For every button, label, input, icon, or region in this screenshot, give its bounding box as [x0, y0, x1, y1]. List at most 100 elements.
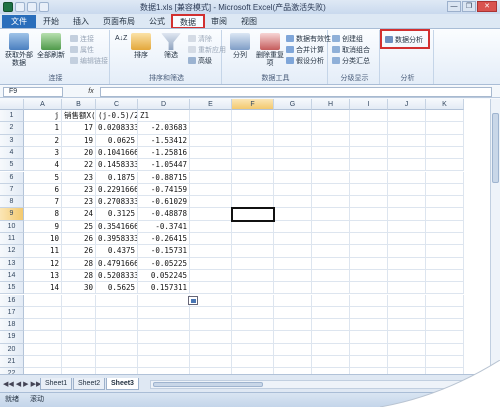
grid-cell[interactable]	[190, 134, 232, 147]
grid-cell[interactable]	[274, 319, 312, 332]
grid-cell[interactable]	[274, 171, 312, 184]
grid-cell[interactable]	[232, 134, 274, 147]
grid-cell[interactable]	[426, 306, 464, 320]
grid-cell[interactable]: 13	[24, 269, 62, 283]
grid-cell[interactable]	[426, 146, 464, 160]
grid-cell[interactable]	[426, 319, 464, 332]
grid-cell[interactable]	[138, 294, 190, 307]
redo-icon[interactable]	[39, 2, 49, 12]
row-header[interactable]: 2	[0, 122, 24, 135]
column-header[interactable]: H	[312, 99, 350, 110]
grid-cell[interactable]	[190, 183, 232, 197]
formula-input[interactable]	[100, 87, 492, 97]
grid-cell[interactable]	[274, 183, 312, 197]
filter-button[interactable]: 筛选	[156, 33, 186, 60]
grid-cell[interactable]	[232, 159, 274, 172]
first-sheet-icon[interactable]: ◀◀	[3, 380, 14, 388]
row-header[interactable]: 15	[0, 282, 24, 295]
grid-cell[interactable]	[388, 183, 426, 197]
row-header[interactable]: 7	[0, 183, 24, 197]
grid-cell[interactable]	[62, 306, 96, 320]
grid-cell[interactable]: 19	[62, 134, 96, 147]
grid-cell[interactable]	[350, 146, 388, 160]
properties-button[interactable]: 属性	[70, 45, 94, 54]
grid-cell[interactable]	[312, 122, 350, 135]
grid-cell[interactable]	[388, 208, 426, 221]
grid-cell[interactable]	[190, 159, 232, 172]
grid-cell[interactable]	[232, 233, 274, 246]
grid-cell[interactable]	[350, 257, 388, 270]
grid-cell[interactable]	[232, 146, 274, 160]
grid-cell[interactable]: -1.25816	[138, 146, 190, 160]
grid-cell[interactable]	[190, 257, 232, 270]
maximize-button[interactable]: ❐	[462, 1, 476, 12]
subtotal-button[interactable]: 分类汇总	[332, 56, 370, 65]
row-header[interactable]: 4	[0, 146, 24, 160]
grid-cell[interactable]	[274, 282, 312, 295]
grid-cell[interactable]	[96, 343, 138, 356]
grid-cell[interactable]: 0.5625	[96, 282, 138, 295]
grid-cell[interactable]	[388, 245, 426, 258]
grid-cell[interactable]	[312, 257, 350, 270]
grid-cell[interactable]	[426, 122, 464, 135]
grid-cell[interactable]: 5	[24, 171, 62, 184]
grid-cell[interactable]: 0.1875	[96, 171, 138, 184]
grid-cell[interactable]: (j-0.5)/24	[96, 110, 138, 123]
grid-cell[interactable]	[388, 171, 426, 184]
row-header[interactable]: 21	[0, 356, 24, 369]
grid-cell[interactable]	[426, 269, 464, 283]
refresh-all-button[interactable]: 全部刷新	[36, 33, 66, 60]
remove-duplicates-button[interactable]: 删除重复项	[255, 33, 285, 68]
grid-cell[interactable]	[350, 110, 388, 123]
grid-cell[interactable]	[190, 319, 232, 332]
data-validation-button[interactable]: 数据有效性	[286, 34, 331, 43]
grid-cell[interactable]	[312, 306, 350, 320]
grid-cell[interactable]	[274, 110, 312, 123]
row-header[interactable]: 11	[0, 233, 24, 246]
grid-cell[interactable]: 0.020833333	[96, 122, 138, 135]
grid-cell[interactable]	[350, 331, 388, 344]
grid-cell[interactable]	[350, 306, 388, 320]
sheet-tab-2[interactable]: Sheet2	[73, 378, 106, 390]
grid-cell[interactable]	[274, 294, 312, 307]
grid-cell[interactable]	[312, 282, 350, 295]
column-header[interactable]: G	[274, 99, 312, 110]
column-header[interactable]: A	[24, 99, 62, 110]
grid-cell[interactable]	[312, 294, 350, 307]
grid-cell[interactable]	[350, 282, 388, 295]
grid-cell[interactable]	[232, 110, 274, 123]
grid-cell[interactable]	[24, 319, 62, 332]
horizontal-scroll-thumb[interactable]	[153, 382, 263, 387]
grid-cell[interactable]	[190, 196, 232, 209]
grid-cell[interactable]: 0.395833334	[96, 233, 138, 246]
grid-cell[interactable]	[96, 319, 138, 332]
row-header[interactable]: 12	[0, 245, 24, 258]
grid-cell[interactable]	[388, 343, 426, 356]
grid-cell[interactable]: -2.03683	[138, 122, 190, 135]
grid-cell[interactable]	[24, 343, 62, 356]
grid-cell[interactable]	[232, 257, 274, 270]
sheet-tab-1[interactable]: Sheet1	[40, 378, 73, 390]
tab-view[interactable]: 视图	[234, 15, 264, 28]
clear-filter-button[interactable]: 清除	[188, 34, 212, 43]
vertical-scrollbar[interactable]	[490, 99, 500, 374]
grid-cell[interactable]	[312, 331, 350, 344]
grid-cell[interactable]	[350, 343, 388, 356]
grid-cell[interactable]: 14	[24, 282, 62, 295]
grid-cell[interactable]	[350, 245, 388, 258]
grid-cell[interactable]	[96, 331, 138, 344]
grid-cell[interactable]	[190, 269, 232, 283]
grid-cell[interactable]	[312, 134, 350, 147]
grid-cell[interactable]: 1	[24, 122, 62, 135]
column-header[interactable]: C	[96, 99, 138, 110]
grid-cell[interactable]	[350, 196, 388, 209]
column-header[interactable]: K	[426, 99, 464, 110]
grid-cell[interactable]: 22	[62, 159, 96, 172]
grid-cell[interactable]	[96, 294, 138, 307]
grid-cell[interactable]	[350, 269, 388, 283]
grid-cell[interactable]: 0.354166667	[96, 220, 138, 233]
grid-cell[interactable]	[62, 294, 96, 307]
grid-cell[interactable]	[232, 331, 274, 344]
grid-cell[interactable]	[388, 257, 426, 270]
grid-cell[interactable]	[388, 159, 426, 172]
